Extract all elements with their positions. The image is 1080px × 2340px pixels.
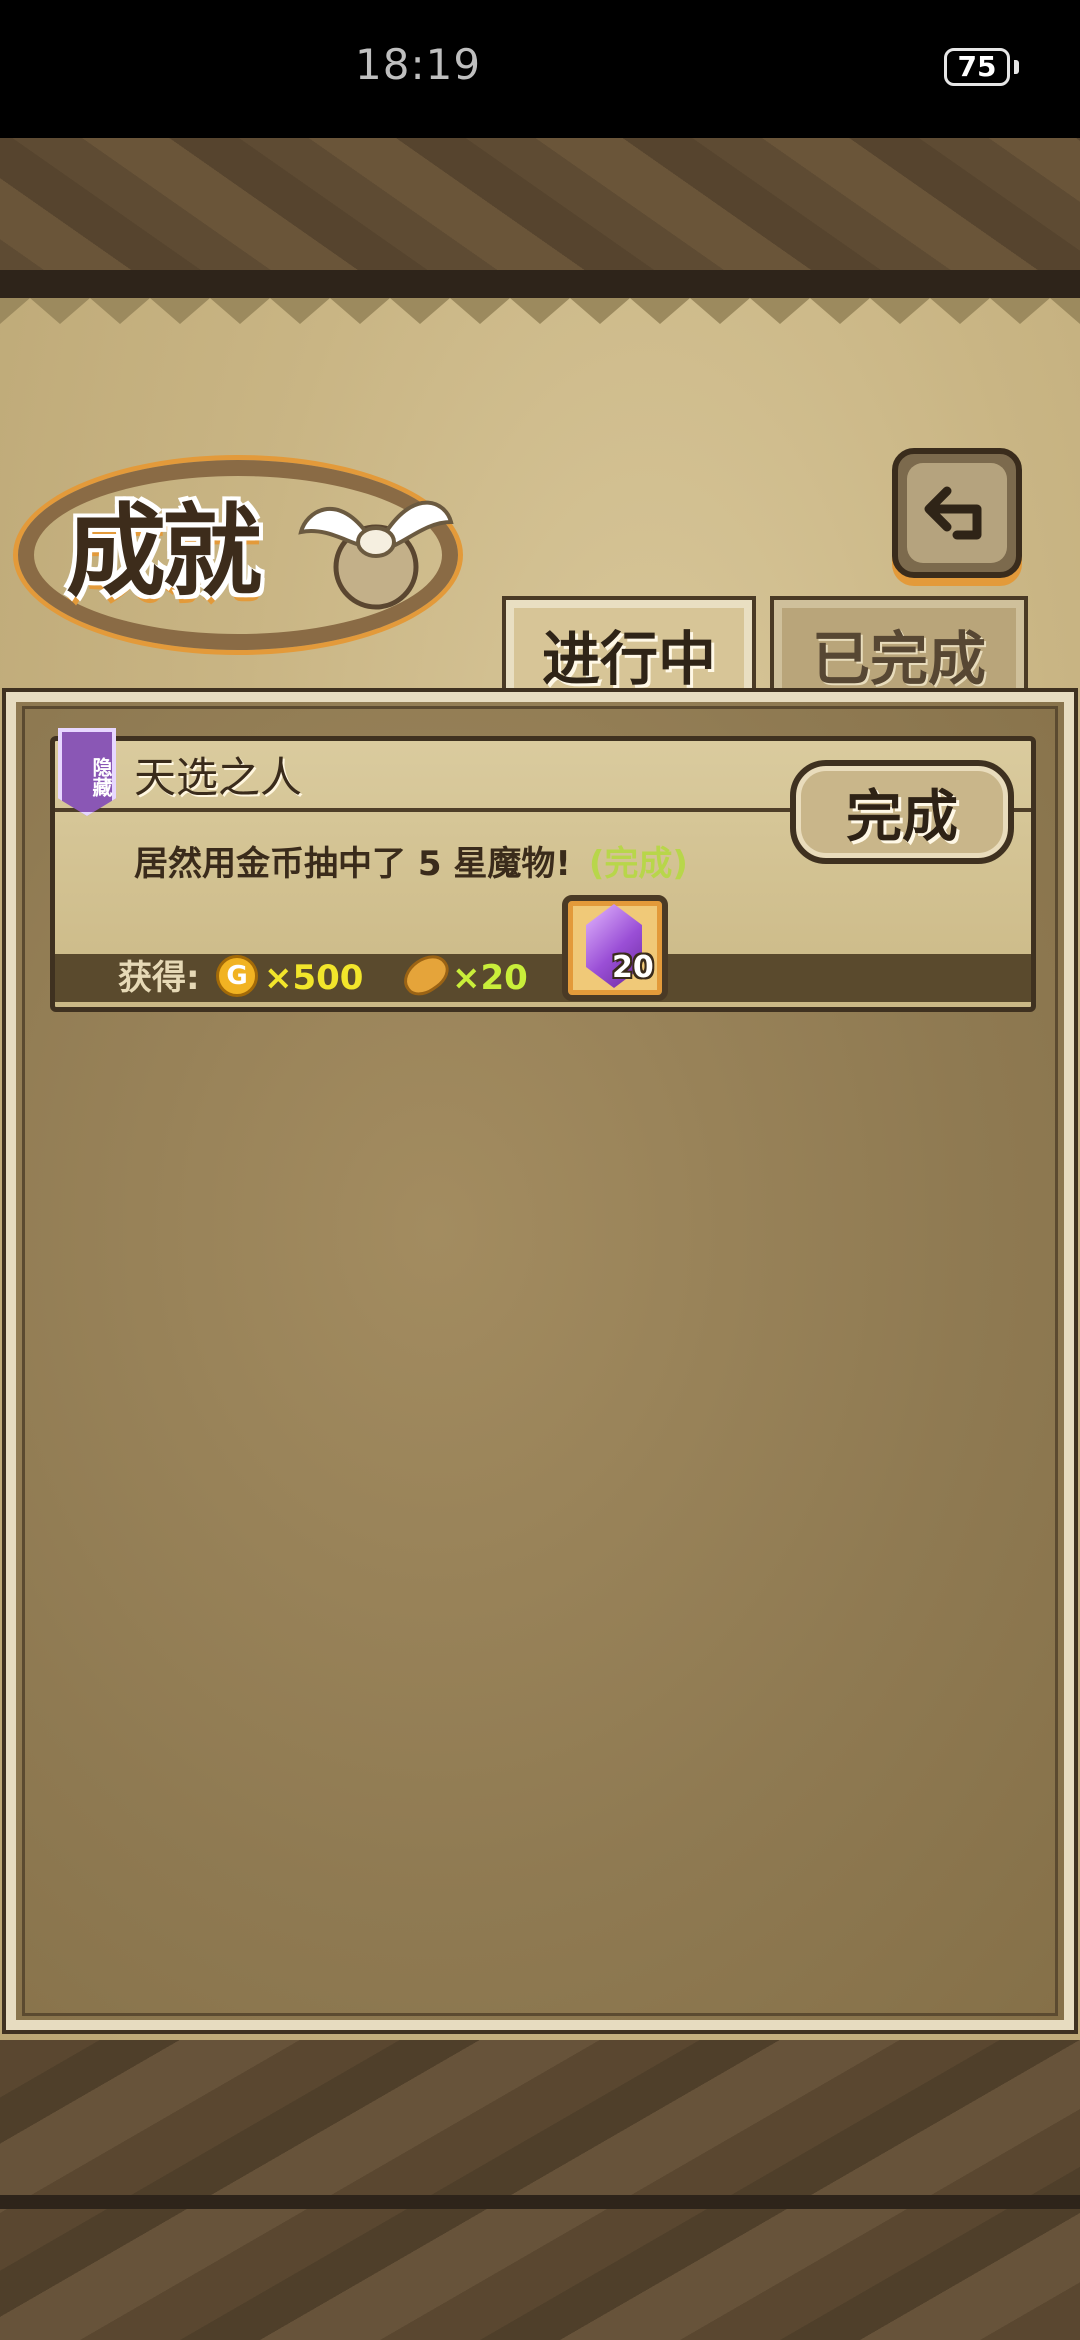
back-arrow-icon — [924, 486, 982, 540]
bottom-band — [0, 2195, 1080, 2209]
hidden-badge: 隐藏 — [58, 728, 116, 816]
coin-reward-value: ×500 — [264, 958, 364, 998]
achievement-title: 天选之人 — [134, 753, 303, 802]
map-background-bottom — [0, 2040, 1080, 2340]
reward-label: 获得: — [118, 958, 200, 998]
battery-tip — [1014, 60, 1019, 74]
bread-reward-value: ×20 — [452, 958, 528, 998]
achievement-status: (完成) — [588, 844, 688, 884]
map-background-top — [0, 138, 1080, 288]
zigzag-edge-top — [0, 284, 1080, 324]
top-band — [0, 270, 1080, 284]
page-title: 成就 — [66, 493, 262, 610]
complete-button[interactable]: 完成 — [790, 760, 1014, 864]
achievement-description: 居然用金币抽中了 5 星魔物! — [134, 844, 571, 884]
battery-icon: 75 — [944, 48, 1010, 86]
gem-reward-count: 20 — [612, 950, 654, 985]
status-time: 18:19 — [355, 40, 482, 89]
back-button-face — [907, 463, 1007, 563]
reward-bar — [55, 954, 1031, 1002]
gold-coin-icon: G — [216, 955, 258, 997]
achievement-description-line: 居然用金币抽中了 5 星魔物! (完成) — [134, 836, 688, 885]
status-bar: 18:19 75 — [0, 0, 1080, 138]
back-button[interactable] — [892, 448, 1022, 578]
winged-medal-icon — [298, 500, 454, 610]
